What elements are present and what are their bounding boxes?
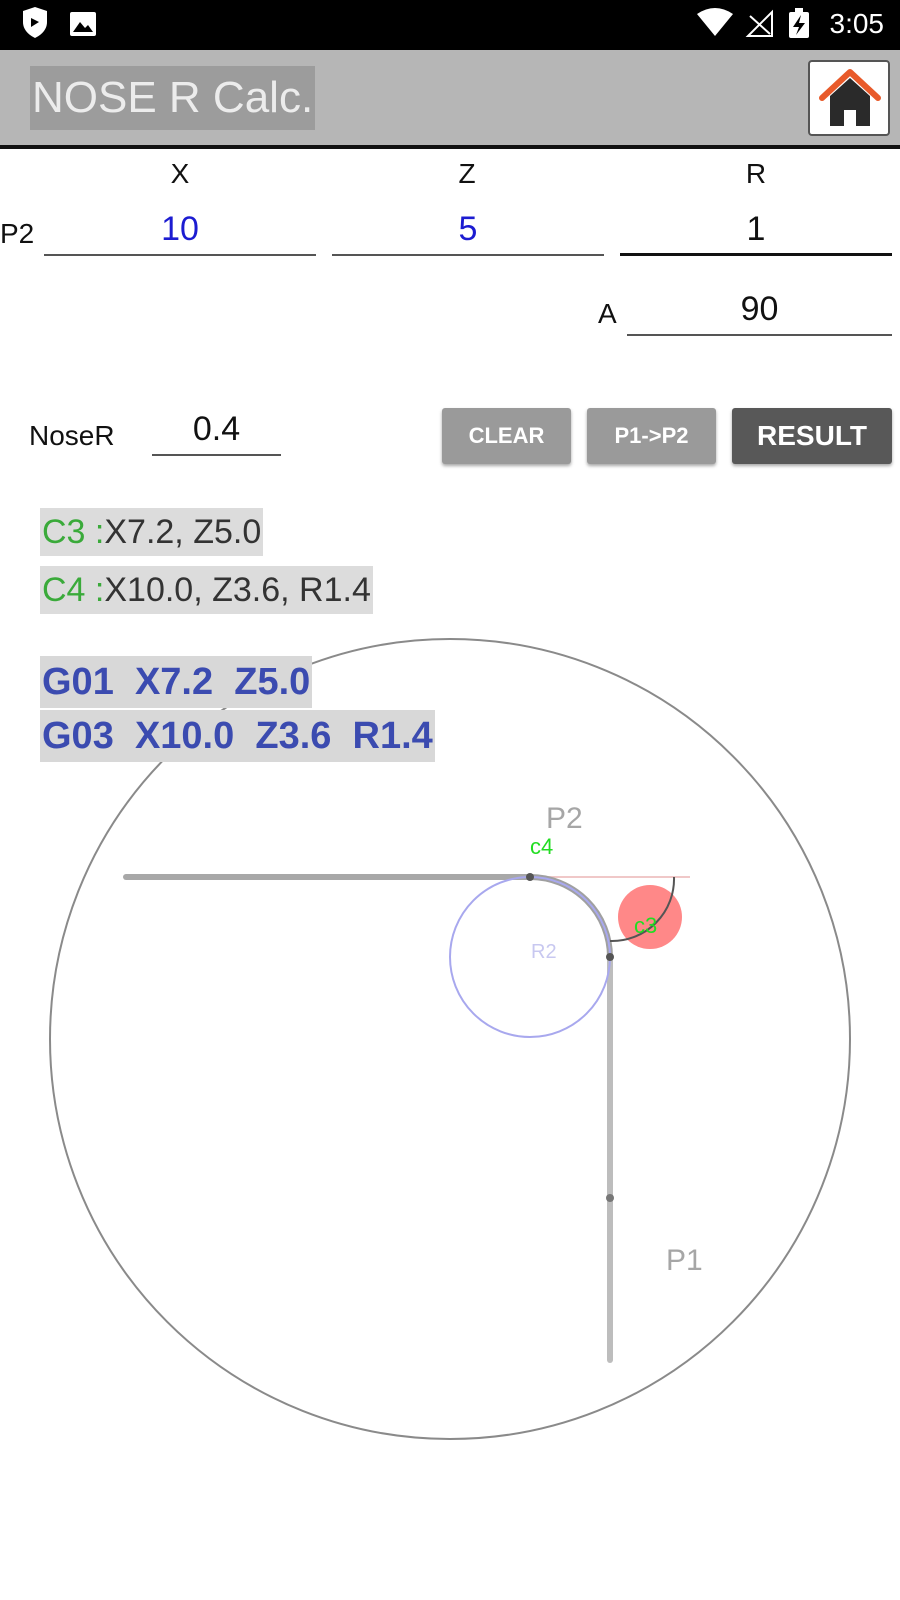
c4-result-value: X10.0, Z3.6, R1.4 [104, 571, 371, 609]
p1-point [606, 1194, 614, 1202]
p2-z-input[interactable] [332, 204, 604, 256]
shield-icon [23, 7, 47, 38]
c4-result: C4 :X10.0, Z3.6, R1.4 [40, 566, 373, 614]
status-time: 3:05 [829, 8, 885, 39]
column-label-z: Z [458, 158, 476, 189]
r2-circle [449, 876, 611, 1038]
c4-result-label: C4 : [42, 571, 105, 609]
gcode-line-1: G01 X7.2 Z5.0 [40, 656, 313, 708]
p2-r-input[interactable] [620, 204, 892, 256]
column-label-x: X [170, 158, 190, 189]
c3-label: c3 [634, 913, 657, 938]
battery-charging-icon [789, 8, 809, 38]
home-icon [819, 69, 881, 126]
c3-result: C3 :X7.2, Z5.0 [40, 508, 264, 556]
home-button[interactable] [808, 60, 890, 136]
r2-label: R2 [531, 941, 557, 963]
angle-label: A [598, 298, 617, 329]
signal-off-icon [745, 9, 773, 37]
c3-result-value: X7.2, Z5.0 [104, 513, 262, 551]
angle-input[interactable] [627, 284, 892, 336]
p2-point [526, 873, 534, 881]
nose-r-input[interactable] [152, 404, 281, 456]
c3-result-label: C3 : [42, 513, 105, 551]
c4-label: c4 [530, 834, 553, 859]
app-title: NOSE R Calc. [30, 66, 316, 130]
p2-label: P2 [546, 802, 583, 835]
wifi-icon [697, 8, 733, 36]
image-icon [70, 12, 96, 36]
p2-x-input[interactable] [44, 204, 316, 256]
app-bar: NOSE R Calc. [0, 50, 900, 149]
p1-label: P1 [666, 1244, 703, 1277]
clear-button[interactable]: CLEAR [442, 408, 571, 464]
p1-to-p2-button[interactable]: P1->P2 [587, 408, 716, 464]
gcode-line-2: G03 X10.0 Z3.6 R1.4 [40, 710, 435, 762]
column-label-r: R [745, 158, 767, 189]
result-button[interactable]: RESULT [732, 408, 892, 464]
c3-point [606, 953, 614, 961]
row-label-p2: P2 [0, 218, 35, 249]
nose-r-label: NoseR [29, 420, 115, 451]
status-bar: 3:05 [0, 0, 900, 50]
